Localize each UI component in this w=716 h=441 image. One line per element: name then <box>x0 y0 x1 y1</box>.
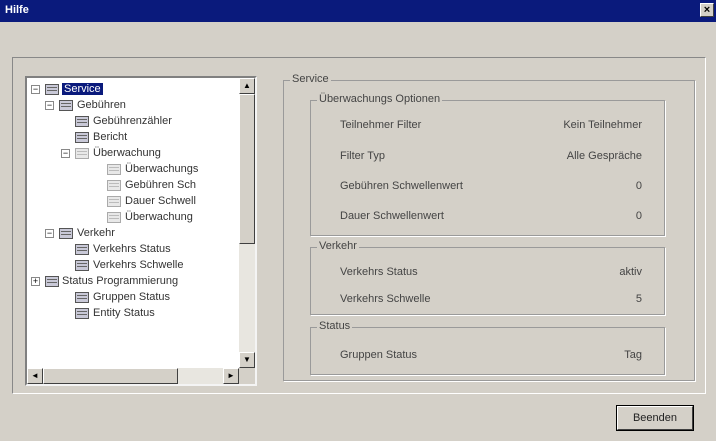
traffic-group-title: Verkehr <box>317 240 359 252</box>
fee-threshold-label: Gebühren Schwellenwert <box>340 180 463 192</box>
table-icon <box>107 180 121 191</box>
tree-item-label: Verkehrs Schwelle <box>93 259 184 271</box>
table-icon <box>75 116 89 127</box>
collapse-icon[interactable]: − <box>45 229 54 238</box>
tree-item-label: Gruppen Status <box>93 291 171 303</box>
end-button[interactable]: Beenden <box>616 405 694 431</box>
table-icon <box>75 308 89 319</box>
expand-icon[interactable]: + <box>31 277 40 286</box>
table-icon <box>75 292 89 303</box>
scroll-down-arrow-icon[interactable]: ▼ <box>239 352 255 368</box>
status-group-title: Status <box>317 320 353 332</box>
tree-item-label: Gebühren Sch <box>125 179 196 191</box>
table-icon <box>59 100 73 111</box>
tree-view[interactable]: − Service − Gebühren Gebührenzähler Beri… <box>25 76 257 386</box>
scroll-right-arrow-icon[interactable]: ► <box>223 368 239 384</box>
traffic-status-label: Verkehrs Status <box>340 266 418 278</box>
table-icon <box>45 84 59 95</box>
collapse-icon[interactable]: − <box>45 101 54 110</box>
monitoring-options-title: Überwachungs Optionen <box>317 93 443 105</box>
participant-filter-label: Teilnehmer Filter <box>340 119 422 131</box>
group-status-label: Gruppen Status <box>340 349 418 361</box>
table-icon <box>107 164 121 175</box>
filter-type-value: Alle Gespräche <box>566 150 642 162</box>
fee-threshold-value: 0 <box>635 180 642 192</box>
traffic-threshold-label: Verkehrs Schwelle <box>340 293 431 305</box>
collapse-icon[interactable]: − <box>31 85 40 94</box>
table-icon <box>107 196 121 207</box>
tree-item-label: Verkehr <box>77 227 115 239</box>
tree-item-label: Entity Status <box>93 307 155 319</box>
table-icon <box>75 132 89 143</box>
tree-item-label: Status Programmierung <box>62 275 179 287</box>
table-icon <box>59 228 73 239</box>
scrollbar-corner <box>239 368 255 384</box>
filter-type-label: Filter Typ <box>340 150 386 162</box>
title-bar: Hilfe × <box>0 0 716 22</box>
collapse-icon[interactable]: − <box>61 149 70 158</box>
tree-item-label: Überwachung <box>125 211 193 223</box>
tree-item-label: Gebühren <box>77 99 126 111</box>
tree-item-label: Dauer Schwell <box>125 195 196 207</box>
traffic-status-value: aktiv <box>619 266 642 278</box>
horizontal-scrollbar[interactable]: ◄ ► <box>27 368 239 384</box>
window-title: Hilfe <box>5 4 29 16</box>
tree-item-label: Überwachung <box>93 147 161 159</box>
traffic-threshold-value: 5 <box>635 293 642 305</box>
group-status-value: Tag <box>624 349 642 361</box>
scroll-up-arrow-icon[interactable]: ▲ <box>239 78 255 94</box>
table-icon <box>75 148 89 159</box>
duration-threshold-value: 0 <box>635 210 642 222</box>
table-icon <box>107 212 121 223</box>
tree-item-label: Überwachungs <box>125 163 199 175</box>
horizontal-scroll-thumb[interactable] <box>43 368 178 384</box>
tree-item-label: Bericht <box>93 131 128 143</box>
tree-item-label: Gebührenzähler <box>93 115 172 127</box>
vertical-scrollbar[interactable]: ▲ ▼ <box>239 78 255 368</box>
table-icon <box>75 244 89 255</box>
tree-item-label: Verkehrs Status <box>93 243 171 255</box>
table-icon <box>75 260 89 271</box>
scroll-left-arrow-icon[interactable]: ◄ <box>27 368 43 384</box>
vertical-scroll-thumb[interactable] <box>239 94 255 244</box>
table-icon <box>45 276 59 287</box>
participant-filter-value: Kein Teilnehmer <box>563 119 642 131</box>
service-group-title: Service <box>290 73 331 85</box>
tree-item-label: Service <box>62 83 103 95</box>
duration-threshold-label: Dauer Schwellenwert <box>340 210 444 222</box>
close-button[interactable]: × <box>700 3 714 17</box>
